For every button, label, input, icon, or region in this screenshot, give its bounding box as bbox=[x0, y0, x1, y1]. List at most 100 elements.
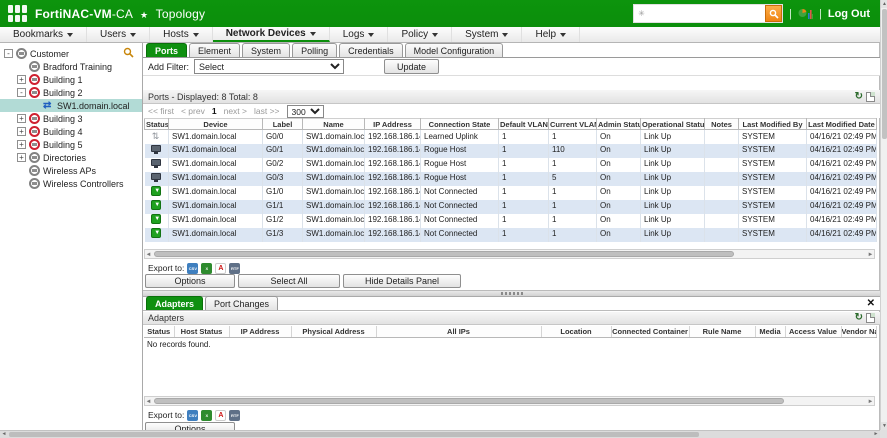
export-format-icon[interactable]: CSV bbox=[187, 262, 199, 274]
prev-page-link[interactable]: < prev bbox=[181, 106, 205, 116]
col-header[interactable]: Media bbox=[755, 326, 786, 338]
tree-expander[interactable]: - bbox=[4, 49, 13, 58]
export-format-icon[interactable]: X bbox=[201, 262, 213, 274]
scroll-left-icon[interactable]: ◄ bbox=[145, 398, 152, 405]
menu-item[interactable]: Network Devices bbox=[212, 27, 330, 42]
page-horizontal-scrollbar[interactable]: ◄ ► bbox=[0, 430, 880, 438]
search-button[interactable] bbox=[765, 5, 783, 22]
details-tab[interactable]: Port Changes bbox=[205, 296, 279, 310]
export-format-icon[interactable]: A bbox=[215, 262, 227, 274]
scroll-right-icon[interactable]: ► bbox=[867, 398, 874, 405]
tree-item[interactable]: + Building 3 bbox=[0, 112, 142, 125]
dashboard-icon[interactable] bbox=[798, 7, 813, 20]
select-all-button[interactable]: Select All bbox=[238, 274, 340, 288]
col-header[interactable]: Notes bbox=[704, 118, 739, 130]
device-tab[interactable]: Model Configuration bbox=[404, 43, 504, 57]
menu-item[interactable]: Bookmarks bbox=[0, 27, 88, 42]
col-header[interactable]: IP Address bbox=[229, 326, 292, 338]
col-header[interactable]: Connection State bbox=[420, 118, 499, 130]
col-header[interactable]: Name bbox=[302, 118, 365, 130]
search-input[interactable] bbox=[644, 6, 757, 21]
update-button[interactable]: Update bbox=[384, 59, 440, 74]
col-header[interactable]: Admin Status bbox=[596, 118, 641, 130]
refresh-icon[interactable]: ↻ bbox=[855, 91, 863, 102]
port-row[interactable]: SW1.domain.local G1/3 SW1.domain.local G… bbox=[144, 227, 877, 242]
export-format-icon[interactable]: RTF bbox=[229, 262, 241, 274]
col-header[interactable]: Host Status bbox=[174, 326, 230, 338]
col-header[interactable]: Device bbox=[168, 118, 263, 130]
logout-button[interactable]: Log Out bbox=[828, 8, 870, 20]
col-header[interactable]: Status bbox=[144, 118, 169, 130]
col-header[interactable]: Connected Container bbox=[611, 326, 690, 338]
next-page-link[interactable]: next > bbox=[224, 106, 247, 116]
refresh-icon[interactable]: ↻ bbox=[855, 313, 863, 323]
device-tab[interactable]: System bbox=[242, 43, 291, 57]
tree-item[interactable]: + Building 1 bbox=[0, 73, 142, 86]
port-row[interactable]: SW1.domain.local G1/0 SW1.domain.local G… bbox=[144, 185, 877, 200]
scroll-left-icon[interactable]: ◄ bbox=[145, 251, 152, 258]
col-header[interactable]: Last Modified By bbox=[738, 118, 807, 130]
export-report-icon[interactable] bbox=[866, 313, 875, 323]
ports-horizontal-scrollbar[interactable]: ◄ ► bbox=[144, 249, 875, 259]
port-row[interactable]: SW1.domain.local G0/2 SW1.domain.local G… bbox=[144, 157, 877, 172]
col-header[interactable]: IP Address bbox=[364, 118, 421, 130]
device-tab[interactable]: Credentials bbox=[339, 43, 403, 57]
port-row[interactable]: SW1.domain.local G0/1 SW1.domain.local G… bbox=[144, 143, 877, 158]
port-row[interactable]: SW1.domain.local G0/3 SW1.domain.local G… bbox=[144, 171, 877, 186]
details-tab[interactable]: Adapters bbox=[146, 296, 204, 310]
tree-expander[interactable]: + bbox=[17, 140, 26, 149]
tree-expander[interactable]: + bbox=[17, 75, 26, 84]
scroll-thumb[interactable] bbox=[881, 9, 887, 139]
device-tab[interactable]: Polling bbox=[292, 43, 338, 57]
tree-item[interactable]: SW1.domain.local bbox=[0, 99, 142, 112]
col-header[interactable]: Access Value bbox=[785, 326, 842, 338]
tree-item[interactable]: Wireless Controllers bbox=[0, 177, 142, 190]
col-header[interactable]: Last Modified Date bbox=[806, 118, 877, 130]
tree-expander[interactable]: + bbox=[17, 114, 26, 123]
first-page-link[interactable]: << first bbox=[148, 106, 174, 116]
hide-details-panel-button[interactable]: Hide Details Panel bbox=[343, 274, 461, 288]
scroll-thumb[interactable] bbox=[9, 432, 699, 437]
export-format-icon[interactable]: A bbox=[215, 409, 227, 421]
scroll-up-icon[interactable]: ▲ bbox=[881, 0, 887, 8]
export-report-icon[interactable] bbox=[866, 91, 875, 102]
export-format-icon[interactable]: RTF bbox=[229, 409, 241, 421]
col-header[interactable]: Location bbox=[541, 326, 612, 338]
port-row[interactable]: SW1.domain.local G0/0 SW1.domain.local G… bbox=[144, 129, 877, 144]
col-header[interactable]: Vendor Na bbox=[841, 326, 877, 338]
tree-search-icon[interactable] bbox=[123, 47, 134, 60]
device-tab[interactable]: Element bbox=[189, 43, 241, 57]
menu-item[interactable]: Hosts bbox=[150, 27, 213, 42]
tree-item[interactable]: - Building 2 bbox=[0, 86, 142, 99]
tree-item[interactable]: + Building 5 bbox=[0, 138, 142, 151]
close-icon[interactable]: ✕ bbox=[867, 298, 875, 309]
port-row[interactable]: SW1.domain.local G1/1 SW1.domain.local G… bbox=[144, 199, 877, 214]
add-filter-select[interactable]: Select bbox=[194, 59, 345, 74]
tree-item[interactable]: + Directories bbox=[0, 151, 142, 164]
scroll-right-icon[interactable]: ► bbox=[867, 251, 874, 258]
tree-item[interactable]: + Building 4 bbox=[0, 125, 142, 138]
menu-item[interactable]: Policy bbox=[388, 27, 453, 42]
scroll-down-icon[interactable]: ▼ bbox=[881, 422, 887, 430]
scroll-left-icon[interactable]: ◄ bbox=[0, 431, 8, 438]
scroll-thumb[interactable] bbox=[154, 398, 784, 404]
tree-item[interactable]: Wireless APs bbox=[0, 164, 142, 177]
col-header[interactable]: Label bbox=[262, 118, 303, 130]
last-page-link[interactable]: last >> bbox=[254, 106, 280, 116]
page-vertical-scrollbar[interactable]: ▲ ▼ bbox=[880, 0, 887, 430]
menu-item[interactable]: System bbox=[452, 27, 523, 42]
tree-expander[interactable]: - bbox=[17, 88, 26, 97]
tree-item[interactable]: Bradford Training bbox=[0, 60, 142, 73]
device-tab[interactable]: Ports bbox=[146, 43, 188, 57]
col-header[interactable]: Physical Address bbox=[291, 326, 377, 338]
menu-item[interactable]: Help bbox=[522, 27, 581, 42]
export-format-icon[interactable]: CSV bbox=[187, 409, 199, 421]
scroll-thumb[interactable] bbox=[154, 251, 734, 257]
tree-expander[interactable]: + bbox=[17, 127, 26, 136]
adapters-horizontal-scrollbar[interactable]: ◄ ► bbox=[144, 396, 875, 406]
col-header[interactable]: Rule Name bbox=[689, 326, 756, 338]
export-format-icon[interactable]: X bbox=[201, 409, 213, 421]
col-header[interactable]: All IPs bbox=[376, 326, 542, 338]
port-row[interactable]: SW1.domain.local G1/2 SW1.domain.local G… bbox=[144, 213, 877, 228]
col-header[interactable]: Status bbox=[144, 326, 175, 338]
